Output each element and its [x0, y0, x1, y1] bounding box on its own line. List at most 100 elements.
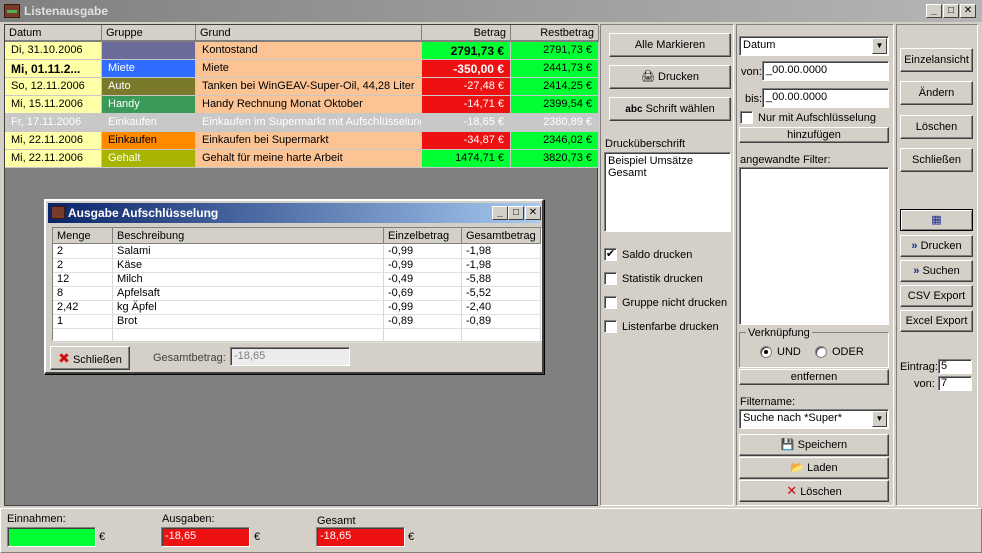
table-row[interactable]: 2,42 kg Äpfel -0,99 -2,40 [53, 301, 543, 315]
checkbox-statistik[interactable] [604, 272, 617, 285]
table-row[interactable]: 8 Apfelsaft -0,69 -5,52 [53, 287, 543, 301]
change-button[interactable]: Ändern [900, 81, 973, 105]
checkbox-gruppe-label: Gruppe nicht drucken [622, 297, 728, 309]
cell-datum: Fr, 17.11.2006 [5, 114, 102, 132]
applied-filter-list[interactable] [739, 167, 889, 325]
col-header-einzelbetrag[interactable]: Einzelbetrag [384, 228, 462, 244]
split-dialog-titlebar[interactable]: Ausgabe Aufschlüsselung _ □ ✕ [48, 203, 541, 223]
right-print-button[interactable]: » Drucken [900, 235, 973, 257]
cell-beschreibung: Käse [113, 259, 384, 273]
app-icon [51, 206, 65, 219]
delete-button[interactable]: Löschen [900, 115, 973, 139]
cell-gesamtbetrag: -0,89 [462, 315, 541, 329]
entry-label: Eintrag: [900, 361, 938, 373]
col-header-gruppe[interactable]: Gruppe [102, 25, 196, 41]
calendar-icon: ▦ [931, 214, 942, 226]
csv-export-button[interactable]: CSV Export [900, 285, 973, 307]
double-chevron-icon: » [913, 265, 920, 277]
filter-save-button[interactable]: 💾 Speichern [739, 434, 889, 456]
table-row[interactable]: So, 12.11.2006 Auto Tanken bei WinGEAV-S… [5, 78, 599, 96]
col-header-datum[interactable]: Datum [5, 25, 102, 41]
close-icon[interactable]: ✕ [525, 206, 541, 220]
table-row[interactable]: 12 Milch -0,49 -5,88 [53, 273, 543, 287]
double-chevron-icon: » [911, 240, 918, 252]
search-button[interactable]: » Suchen [900, 260, 973, 282]
single-view-button[interactable]: Einzelansicht [900, 48, 973, 72]
minimize-icon[interactable]: _ [926, 4, 942, 18]
cell-grund: Miete [196, 60, 422, 78]
cell-grund: Einkaufen bei Supermarkt [196, 132, 422, 150]
cell-datum: Mi, 01.11.2... [5, 60, 102, 78]
window-titlebar[interactable]: Listenausgabe _ □ ✕ [0, 0, 982, 22]
maximize-icon[interactable]: □ [943, 4, 959, 18]
cell-menge: 2 [53, 245, 113, 259]
col-header-grund[interactable]: Grund [196, 25, 422, 41]
table-row[interactable]: Mi, 01.11.2... Miete Miete -350,00 € 244… [5, 60, 599, 78]
checkbox-saldo[interactable]: ✔ [604, 248, 617, 261]
checkbox-listenfarbe[interactable] [604, 320, 617, 333]
cell-einzelbetrag: -0,99 [384, 301, 462, 315]
col-header-gesamtbetrag[interactable]: Gesamtbetrag [462, 228, 541, 244]
total-field: -18,65 [316, 527, 405, 547]
print-button[interactable]: 🖨 Drucken [609, 65, 731, 89]
filter-field-select[interactable]: Datum ▼ [739, 36, 889, 56]
table-row[interactable]: Mi, 22.11.2006 Einkaufen Einkaufen bei S… [5, 132, 599, 150]
income-field [7, 527, 96, 547]
radio-oder-label: ODER [832, 346, 864, 358]
close-button[interactable]: Schließen [900, 148, 973, 172]
close-icon[interactable]: ✕ [960, 4, 976, 18]
filter-from-input[interactable]: _00.00.0000 [762, 61, 889, 81]
cell-betrag: -14,71 € [422, 96, 511, 114]
radio-oder[interactable] [815, 346, 827, 358]
cell-gesamtbetrag: -1,98 [462, 245, 541, 259]
table-row[interactable]: 2 Käse -0,99 -1,98 [53, 259, 543, 273]
col-header-beschreibung[interactable]: Beschreibung [113, 228, 384, 244]
split-table[interactable]: Menge Beschreibung Einzelbetrag Gesamtbe… [52, 227, 543, 343]
font-button[interactable]: abc Schrift wählen [609, 97, 731, 121]
of-label: von: [914, 378, 935, 390]
col-header-menge[interactable]: Menge [53, 228, 113, 244]
filter-name-value: Suche nach *Super* [743, 412, 843, 424]
filter-delete-button[interactable]: ✕ Löschen [739, 480, 889, 502]
table-row[interactable]: Mi, 15.11.2006 Handy Handy Rechnung Mona… [5, 96, 599, 114]
col-header-betrag[interactable]: Betrag [422, 25, 511, 41]
calendar-button[interactable]: ▦ [900, 209, 973, 231]
maximize-icon[interactable]: □ [508, 206, 524, 220]
heading-textarea[interactable]: Beispiel Umsätze Gesamt [604, 152, 731, 232]
filter-to-input[interactable]: _00.00.0000 [762, 88, 889, 108]
income-label: Einnahmen: [7, 513, 66, 525]
split-dialog[interactable]: Ausgabe Aufschlüsselung _ □ ✕ Menge Besc… [44, 199, 544, 374]
table-row[interactable]: 1 Brot -0,89 -0,89 [53, 315, 543, 329]
cell-menge [53, 329, 113, 343]
filter-load-button[interactable]: 📂 Laden [739, 457, 889, 479]
cell-restbetrag: 2399,54 € [511, 96, 599, 114]
filter-name-select[interactable]: Suche nach *Super* ▼ [739, 409, 889, 429]
table-row-selected[interactable]: Fr, 17.11.2006 Einkaufen Einkaufen im Su… [5, 114, 599, 132]
cell-restbetrag: 2441,73 € [511, 60, 599, 78]
split-close-button[interactable]: ✖ Schließen [50, 346, 130, 370]
checkbox-only-split[interactable] [740, 111, 753, 124]
cell-beschreibung [113, 329, 384, 343]
mark-all-button[interactable]: Alle Markieren [609, 33, 731, 57]
table-row[interactable]: Mi, 22.11.2006 Gehalt Gehalt für meine h… [5, 150, 599, 168]
cell-restbetrag: 2346,02 € [511, 132, 599, 150]
cell-einzelbetrag: -0,69 [384, 287, 462, 301]
table-row[interactable]: 2 Salami -0,99 -1,98 [53, 245, 543, 259]
table-row[interactable]: Di, 31.10.2006 Kontostand 2791,73 € 2791… [5, 42, 599, 60]
cell-einzelbetrag: -0,99 [384, 259, 462, 273]
cell-betrag: 1474,71 € [422, 150, 511, 168]
excel-export-button[interactable]: Excel Export [900, 310, 973, 332]
minimize-icon[interactable]: _ [492, 206, 508, 220]
cell-menge: 1 [53, 315, 113, 329]
window-title: Listenausgabe [24, 4, 109, 18]
col-header-restbetrag[interactable]: Restbetrag [511, 25, 599, 41]
expense-field: -18,65 [161, 527, 250, 547]
filter-remove-button[interactable]: entfernen [739, 369, 889, 385]
table-row-empty[interactable] [53, 329, 543, 343]
load-disk-icon: 📂 [790, 462, 805, 474]
chevron-down-icon[interactable]: ▼ [872, 38, 887, 54]
radio-und[interactable] [760, 346, 772, 358]
filter-add-button[interactable]: hinzufügen [739, 127, 889, 143]
chevron-down-icon[interactable]: ▼ [872, 411, 887, 427]
checkbox-gruppe[interactable] [604, 296, 617, 309]
